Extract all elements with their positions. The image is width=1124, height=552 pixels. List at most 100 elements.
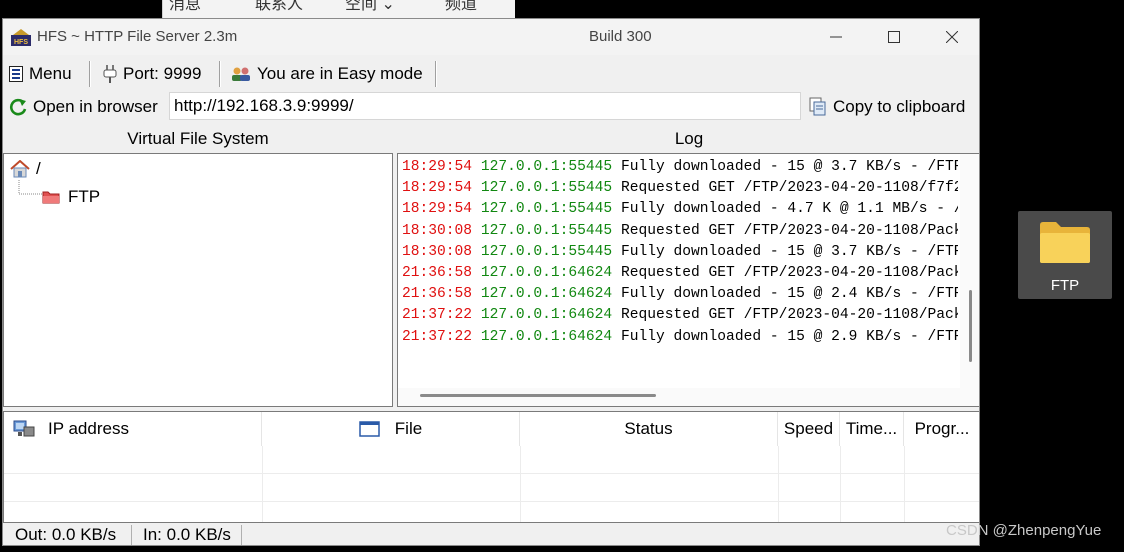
bg-tab[interactable]: 空间 ⌄ (345, 0, 395, 14)
clipboard-icon (809, 97, 826, 116)
desktop-folder-label: FTP (1050, 277, 1080, 294)
bg-tab[interactable]: 联系人 (255, 0, 303, 14)
menu-label: Menu (29, 64, 72, 83)
grid-line (262, 446, 263, 522)
log-time: 18:30:08 (402, 243, 473, 260)
background-window-tabs: 消息 联系人 空间 ⌄ 频道 (162, 0, 515, 18)
status-separator (241, 525, 242, 545)
url-bar: Open in browser http://192.168.3.9:9999/… (3, 91, 979, 123)
log-ip: 127.0.0.1:55445 (480, 243, 613, 260)
log-ip: 127.0.0.1:55445 (480, 159, 613, 175)
desktop-ftp-folder[interactable]: FTP (1018, 211, 1112, 299)
copy-to-clipboard-label: Copy to clipboard (833, 97, 966, 116)
grid-line (904, 446, 905, 522)
status-separator (131, 525, 132, 545)
bg-tab[interactable]: 消息 (169, 0, 201, 14)
title-bar[interactable]: HFS HFS ~ HTTP File Server 2.3m Build 30… (3, 19, 979, 55)
toolbar-separator (89, 61, 91, 87)
minimize-button[interactable] (807, 19, 865, 55)
folder-icon (42, 191, 60, 204)
log-horizontal-scroll-thumb[interactable] (420, 394, 656, 397)
log-ip: 127.0.0.1:55445 (480, 222, 613, 239)
log-time: 21:37:22 (402, 328, 473, 345)
log-message: Requested GET /FTP/2023-04-20-1108/Pack (620, 222, 958, 239)
network-computer-icon (13, 420, 35, 437)
log-ip: 127.0.0.1:64624 (480, 328, 613, 345)
log-header-label: Log (674, 129, 704, 148)
open-in-browser-label: Open in browser (33, 97, 158, 116)
column-ip-address-label: IP address (48, 419, 129, 438)
log-time: 18:30:08 (402, 222, 473, 239)
vfs-ftp-node[interactable]: FTP (42, 186, 100, 208)
build-label: Build 300 (589, 28, 652, 45)
status-bar: Out: 0.0 KB/s In: 0.0 KB/s (3, 523, 979, 545)
grid-line (4, 473, 979, 474)
port-label: Port: 9999 (123, 64, 202, 83)
column-time[interactable]: Time... (840, 412, 904, 446)
vfs-header-label: Virtual File System (127, 129, 269, 148)
log-time: 21:36:58 (402, 286, 473, 303)
column-speed-label: Speed (783, 419, 834, 438)
mode-label: You are in Easy mode (257, 64, 423, 83)
menu-button[interactable]: Menu (9, 57, 72, 91)
log-time: 18:29:54 (402, 159, 473, 175)
log-ip: 127.0.0.1:64624 (480, 286, 613, 303)
hfs-window: HFS HFS ~ HTTP File Server 2.3m Build 30… (2, 18, 980, 546)
log-horizontal-scrollbar[interactable] (398, 388, 960, 406)
log-vertical-scrollbar[interactable] (960, 154, 979, 406)
log-time: 18:29:54 (402, 180, 473, 197)
svg-text:HFS: HFS (14, 39, 28, 46)
menu-icon (9, 66, 23, 82)
log-lines: 18:29:54 127.0.0.1:55445 Fully downloade… (402, 157, 958, 387)
log-panel[interactable]: 18:29:54 127.0.0.1:55445 Fully downloade… (397, 153, 979, 407)
toolbar: Menu Port: 9999 You are in Easy mode (3, 57, 979, 91)
column-status-label: Status (624, 419, 673, 438)
column-file-label: File (394, 419, 423, 438)
out-speed: Out: 0.0 KB/s (15, 525, 117, 544)
column-file[interactable]: File (262, 412, 520, 446)
log-line: 18:30:08 127.0.0.1:55445 Fully downloade… (402, 242, 958, 263)
column-progress[interactable]: Progr... (904, 412, 979, 446)
url-text: http://192.168.3.9:9999/ (174, 96, 354, 115)
vfs-header: Virtual File System (3, 125, 393, 153)
maximize-button[interactable] (865, 19, 923, 55)
users-icon (232, 67, 250, 81)
log-time: 18:29:54 (402, 201, 473, 218)
url-field[interactable]: http://192.168.3.9:9999/ (169, 92, 801, 120)
watermark: CSDN @ZhenpengYue (946, 522, 1102, 539)
log-line: 21:36:58 127.0.0.1:64624 Fully downloade… (402, 284, 958, 305)
close-button[interactable] (923, 19, 979, 55)
refresh-arrow-icon (10, 98, 27, 116)
connections-list[interactable]: IP address File Status Speed Time... Pro… (3, 411, 979, 523)
close-icon (946, 31, 958, 43)
grid-line (520, 446, 521, 522)
log-line: 21:37:22 127.0.0.1:64624 Requested GET /… (402, 305, 958, 326)
column-status[interactable]: Status (520, 412, 778, 446)
log-line: 18:29:54 127.0.0.1:55445 Requested GET /… (402, 178, 958, 199)
grid-line (778, 446, 779, 522)
log-line: 18:29:54 127.0.0.1:55445 Fully downloade… (402, 157, 958, 178)
log-header: Log (397, 125, 979, 153)
vfs-tree[interactable]: / FTP (3, 153, 393, 407)
log-message: Fully downloaded - 15 @ 2.9 KB/s - /FTP (620, 328, 958, 345)
log-vertical-scroll-thumb[interactable] (969, 290, 972, 362)
port-button[interactable]: Port: 9999 (103, 57, 201, 91)
connections-header: IP address File Status Speed Time... Pro… (4, 412, 979, 446)
log-line: 21:37:22 127.0.0.1:64624 Fully downloade… (402, 327, 958, 348)
column-speed[interactable]: Speed (778, 412, 840, 446)
log-line: 21:36:58 127.0.0.1:64624 Requested GET /… (402, 263, 958, 284)
tree-connector (18, 180, 42, 195)
column-ip-address[interactable]: IP address (4, 412, 262, 446)
mode-button[interactable]: You are in Easy mode (231, 57, 423, 91)
column-progress-label: Progr... (914, 419, 970, 438)
log-ip: 127.0.0.1:55445 (480, 201, 613, 218)
open-in-browser-button[interactable]: Open in browser (9, 91, 158, 123)
copy-to-clipboard-button[interactable]: Copy to clipboard (809, 91, 965, 123)
bg-tab[interactable]: 频道 (445, 0, 477, 14)
log-line: 18:29:54 127.0.0.1:55445 Fully downloade… (402, 199, 958, 220)
plug-icon (103, 65, 117, 83)
maximize-icon (888, 31, 900, 43)
home-icon (10, 160, 30, 178)
log-message: Requested GET /FTP/2023-04-20-1108/Pack (620, 307, 958, 324)
vfs-root-node[interactable]: / (10, 158, 41, 180)
